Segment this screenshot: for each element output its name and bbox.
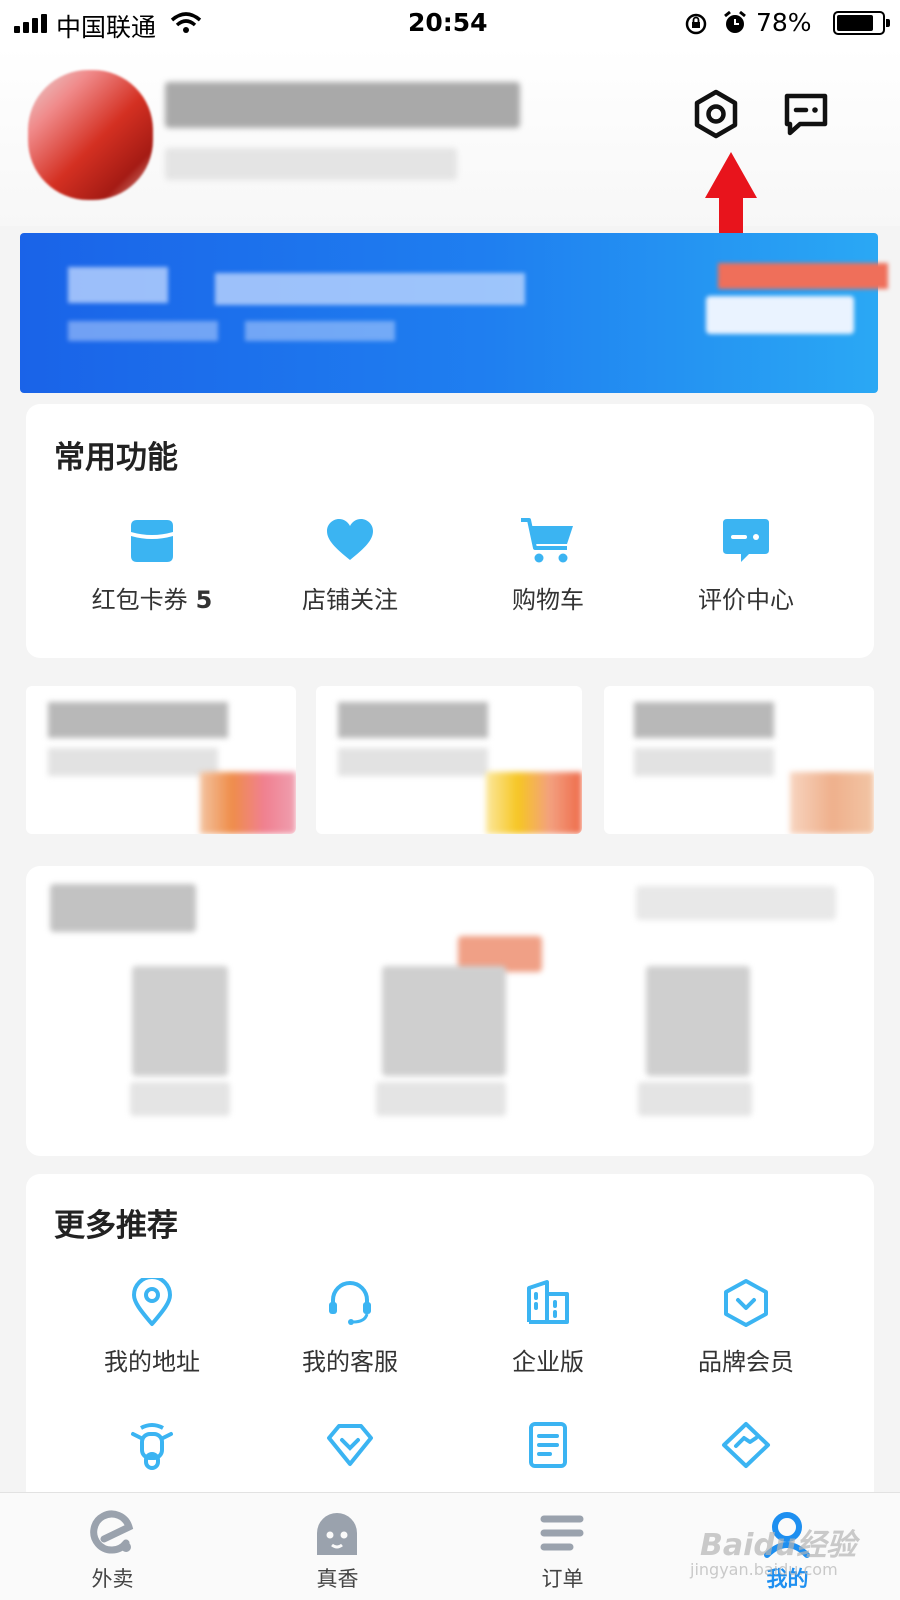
section-title: 更多推荐 [54, 1208, 178, 1244]
alarm-icon [724, 10, 746, 33]
banner-subtext-redacted [68, 321, 218, 341]
e-logo-icon [90, 1510, 134, 1554]
enterprise-item[interactable]: 企业版 [448, 1278, 648, 1377]
assets-card [26, 866, 874, 1156]
promo-image [200, 772, 296, 834]
tab-orders[interactable]: 订单 [450, 1493, 675, 1600]
location-pin-icon [132, 1278, 172, 1326]
cart-icon [521, 518, 573, 563]
scooter-item[interactable] [52, 1420, 252, 1472]
coupons-item[interactable]: 红包卡券 5 [52, 516, 252, 615]
customer-service-item[interactable]: 我的客服 [250, 1278, 450, 1377]
document-icon [529, 1422, 567, 1468]
cart-label: 购物车 [512, 586, 584, 614]
reviews-item[interactable]: 评价中心 [646, 516, 846, 615]
cart-item[interactable]: 购物车 [448, 516, 648, 615]
battery-icon [833, 11, 890, 35]
status-bar: 中国联通 20:54 78% [0, 0, 900, 46]
scooter-icon [131, 1423, 173, 1470]
wifi-icon [170, 12, 202, 33]
stat-label-redacted [130, 1082, 230, 1116]
handshake-icon [722, 1422, 770, 1468]
face-icon [317, 1513, 357, 1555]
avatar[interactable] [28, 70, 153, 200]
handshake-item[interactable] [646, 1420, 846, 1470]
list-icon [540, 1515, 584, 1551]
tab-label: 外卖 [91, 1567, 134, 1591]
my-address-item[interactable]: 我的地址 [52, 1278, 252, 1377]
banner-text-redacted [68, 267, 168, 303]
coupons-label: 红包卡券 [91, 586, 188, 614]
coupons-count: 5 [195, 586, 213, 614]
document-item[interactable] [448, 1420, 648, 1470]
settings-button[interactable] [690, 88, 742, 140]
stat-label-redacted [638, 1082, 752, 1116]
username-redacted [165, 82, 520, 128]
banner-subtext-redacted [245, 321, 395, 341]
building-icon [527, 1280, 569, 1324]
promo-tile[interactable] [316, 686, 582, 834]
more-recommend-card: 更多推荐 我的地址 我的客服 企业版 品牌会员 [26, 1174, 874, 1504]
reviews-label: 评价中心 [698, 586, 794, 614]
banner-action-button[interactable] [706, 296, 854, 334]
customer-service-label: 我的客服 [302, 1348, 398, 1376]
watermark-url: jingyan.baidu.com [690, 1560, 838, 1579]
signal-icon [14, 13, 50, 33]
stat-item[interactable] [382, 966, 506, 1076]
review-icon [723, 519, 769, 562]
promo-image [790, 772, 874, 834]
followed-shops-label: 店铺关注 [302, 586, 398, 614]
shield-chevron-icon [724, 1279, 768, 1327]
banner-text-redacted [215, 273, 525, 305]
headset-icon [329, 1281, 371, 1325]
promo-tile[interactable] [26, 686, 296, 834]
common-functions-card: 常用功能 红包卡券 5 店铺关注 购物车 评价中心 [26, 404, 874, 658]
stat-label-redacted [376, 1082, 506, 1116]
stat-item[interactable] [646, 966, 750, 1076]
brand-member-item[interactable]: 品牌会员 [646, 1278, 846, 1377]
stat-item[interactable] [132, 966, 228, 1076]
tab-zhenxiang[interactable]: 真香 [225, 1493, 450, 1600]
user-info-redacted [165, 148, 457, 180]
heart-icon [327, 519, 373, 560]
section-title: 常用功能 [54, 440, 178, 476]
watermark-logo: Baidu经验 [700, 1528, 857, 1563]
promo-image [486, 772, 582, 834]
messages-button[interactable] [780, 88, 832, 140]
tab-waimai[interactable]: 外卖 [0, 1493, 225, 1600]
hexagon-settings-icon [694, 89, 738, 139]
tab-label: 真香 [316, 1567, 359, 1591]
promo-tile[interactable] [604, 686, 874, 834]
coupon-icon [131, 520, 173, 562]
vip-banner[interactable] [20, 233, 888, 393]
rotation-lock-icon [685, 13, 707, 35]
my-address-label: 我的地址 [104, 1348, 200, 1376]
banner-promo-tag [718, 263, 888, 289]
followed-shops-item[interactable]: 店铺关注 [250, 516, 450, 615]
clock: 20:54 [408, 8, 488, 37]
card-title-redacted [50, 884, 196, 932]
enterprise-label: 企业版 [512, 1348, 584, 1376]
chat-message-icon [784, 93, 828, 136]
battery-percent: 78% [756, 8, 812, 37]
brand-member-label: 品牌会员 [698, 1348, 794, 1376]
diamond-item[interactable] [250, 1420, 450, 1470]
diamond-heart-icon [327, 1424, 373, 1466]
tab-label: 订单 [541, 1567, 584, 1591]
carrier-name: 中国联通 [56, 13, 157, 42]
card-link-redacted [636, 886, 836, 920]
